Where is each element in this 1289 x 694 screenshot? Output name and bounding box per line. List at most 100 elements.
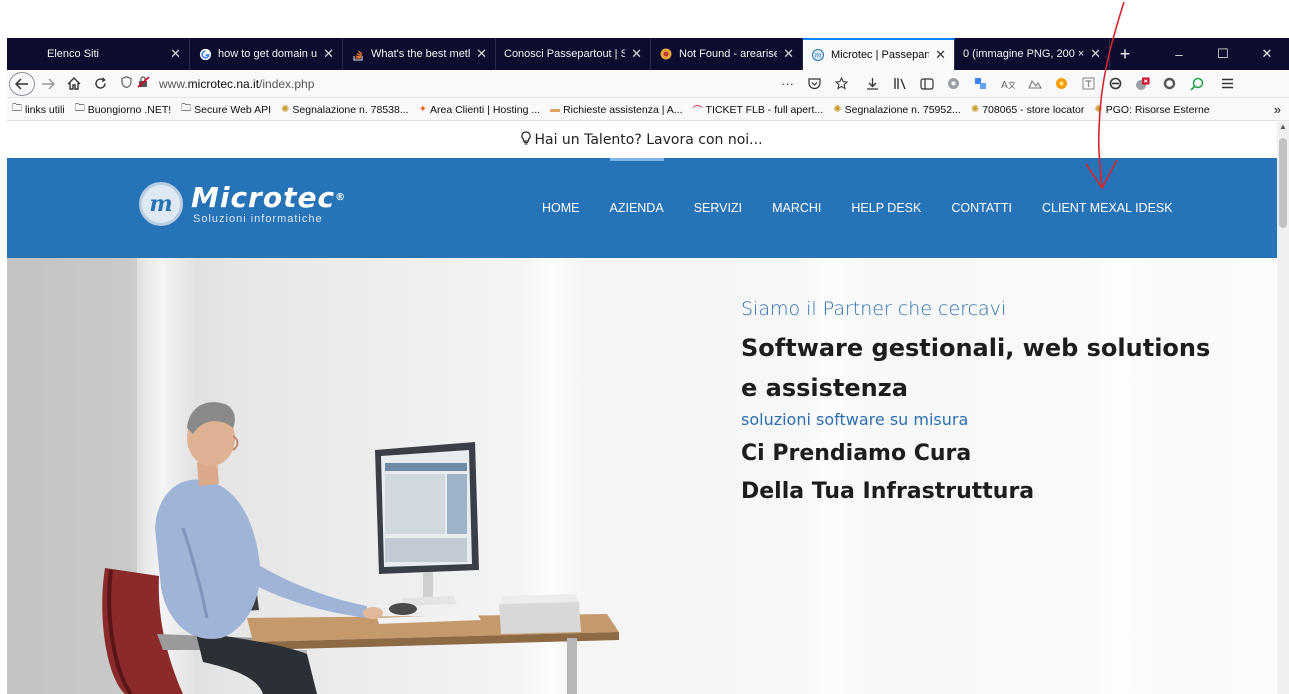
page-scrollbar[interactable]: ▲ — [1277, 122, 1289, 694]
tab-immagine-png[interactable]: 0 (immagine PNG, 200 × ✕ — [955, 38, 1110, 70]
bookmark-label: PGO: Risorse Esterne — [1105, 103, 1210, 116]
tab-label: 0 (immagine PNG, 200 × — [963, 48, 1085, 60]
nav-azienda[interactable]: AZIENDA — [595, 158, 679, 258]
nav-contatti[interactable]: CONTATTI — [936, 158, 1027, 258]
extension-screenshot-icon[interactable] — [1021, 72, 1048, 96]
extension-ring-icon[interactable] — [1156, 72, 1183, 96]
browser-window: Elenco Siti ✕ how to get domain ul ✕ Wha… — [7, 38, 1289, 694]
url-prefix: www. — [159, 76, 188, 91]
scrollbar-thumb[interactable] — [1279, 138, 1287, 228]
extension-text-icon[interactable] — [1075, 72, 1102, 96]
tab-label: Not Found - areariser — [679, 48, 778, 60]
close-icon[interactable]: ✕ — [935, 47, 946, 63]
bookmark-pgo-risorse[interactable]: ✺ PGO: Risorse Esterne — [1089, 104, 1214, 116]
page-actions-button[interactable]: ··· — [774, 72, 801, 96]
navigation-toolbar: www. microtec.na.it/index.php ··· A 文 — [7, 70, 1289, 98]
extension-orange-icon[interactable] — [1048, 72, 1075, 96]
close-icon[interactable]: ✕ — [631, 46, 642, 62]
career-banner-text: Hai un Talento? Lavora con noi... — [534, 132, 763, 148]
sidebar-icon[interactable] — [913, 72, 940, 96]
svg-text:文: 文 — [1008, 80, 1015, 90]
extension-gear-icon[interactable] — [940, 72, 967, 96]
maximize-button[interactable]: ☐ — [1201, 38, 1245, 70]
scroll-up-arrow-icon[interactable]: ▲ — [1277, 122, 1289, 134]
library-icon[interactable] — [886, 72, 913, 96]
tab-whats-the-best[interactable]: What's the best meth ✕ — [343, 38, 496, 70]
badge-icon: ✺ — [1094, 104, 1103, 115]
main-navigation: HOME AZIENDA SERVIZI MARCHI HELP DESK CO… — [527, 158, 1188, 258]
url-bar[interactable]: www. microtec.na.it/index.php ··· — [117, 73, 855, 95]
insecure-lock-icon[interactable] — [135, 76, 153, 91]
shield-icon[interactable] — [117, 76, 135, 91]
folder-icon: 🗀 — [181, 103, 192, 114]
hero-claim-line: Della Tua Infrastruttura — [741, 479, 1035, 504]
site-icon — [659, 47, 673, 61]
close-icon[interactable]: ✕ — [476, 46, 487, 62]
tab-strip: Elenco Siti ✕ how to get domain ul ✕ Wha… — [7, 38, 1289, 70]
hero-claim: Ci Prendiamo Cura Della Tua Infrastruttu… — [741, 435, 1261, 511]
tab-conosci-passepartout[interactable]: Conosci Passepartout | So ✕ — [496, 38, 651, 70]
new-tab-button[interactable]: + — [1110, 38, 1140, 70]
screenshot-root: Elenco Siti ✕ how to get domain ul ✕ Wha… — [0, 0, 1289, 694]
download-icon[interactable] — [859, 72, 886, 96]
close-icon[interactable]: ✕ — [1090, 46, 1101, 62]
bookmark-segnalazione-75952[interactable]: ✺ Segnalazione n. 75952... — [828, 104, 966, 116]
logo-mark-icon: m — [139, 182, 183, 226]
hero-kicker: Siamo il Partner che cercavi — [741, 298, 1007, 320]
bookmark-star-icon[interactable] — [828, 72, 855, 96]
bookmark-store-locator[interactable]: ✺ 708065 - store locator — [966, 104, 1090, 116]
bookmark-segnalazione-78538[interactable]: ✺ Segnalazione n. 78538... — [276, 104, 414, 116]
close-window-button[interactable]: ✕ — [1245, 38, 1289, 70]
nav-marchi[interactable]: MARCHI — [757, 158, 836, 258]
nav-client-mexal-idesk[interactable]: CLIENT MEXAL IDESK — [1027, 158, 1188, 258]
nav-help-desk[interactable]: HELP DESK — [836, 158, 936, 258]
extension-badge-icon[interactable] — [1129, 72, 1156, 96]
bookmarks-overflow-button[interactable]: » — [1274, 102, 1289, 117]
menu-hamburger-icon[interactable] — [1214, 72, 1241, 96]
bookmark-label: links utili — [25, 103, 65, 116]
bookmark-secure-web-api[interactable]: 🗀 Secure Web API — [176, 101, 276, 118]
tab-elenco-siti[interactable]: Elenco Siti ✕ — [7, 38, 190, 70]
reload-button[interactable] — [87, 72, 113, 96]
stackoverflow-icon — [351, 47, 365, 61]
bookmark-buongiorno-net[interactable]: 🗀 Buongiorno .NET! — [70, 101, 176, 118]
pocket-icon[interactable] — [801, 72, 828, 96]
tab-microtec[interactable]: m Microtec | Passeparto ✕ — [803, 38, 955, 70]
bookmark-label: Secure Web API — [194, 103, 272, 116]
folder-icon: 🗀 — [74, 103, 85, 114]
home-button[interactable] — [61, 72, 87, 96]
site-logo[interactable]: m Microtec® Soluzioni informatiche — [139, 182, 346, 226]
career-banner[interactable]: Hai un Talento? Lavora con noi... — [7, 122, 1277, 158]
bookmark-label: Segnalazione n. 75952... — [844, 103, 961, 116]
logo-name: Microtec® — [191, 181, 347, 214]
svg-text:m: m — [815, 52, 822, 60]
url-host: microtec.na.it — [187, 76, 260, 91]
extension-translate-icon[interactable]: A文 — [994, 72, 1021, 96]
back-button[interactable] — [9, 71, 35, 96]
bookmark-links-utili[interactable]: 🗀 links utili — [7, 101, 70, 118]
tab-not-found[interactable]: Not Found - areariser ✕ — [651, 38, 803, 70]
folder-icon: 🗀 — [12, 103, 22, 114]
nav-servizi[interactable]: SERVIZI — [679, 158, 757, 258]
bookmark-richieste-assistenza[interactable]: ▬ Richieste assistenza | A... — [545, 104, 687, 116]
bookmark-area-clienti[interactable]: ✦ Area Clienti | Hosting ... — [414, 104, 546, 116]
hero-title-line: e assistenza — [741, 374, 908, 402]
close-icon[interactable]: ✕ — [170, 46, 181, 62]
bookmark-label: Area Clienti | Hosting ... — [429, 103, 541, 116]
extension-puzzle-icon[interactable] — [967, 72, 994, 96]
extension-circle-icon[interactable] — [1102, 72, 1129, 96]
close-icon[interactable]: ✕ — [323, 46, 334, 62]
hero-copy: Siamo il Partner che cercavi Software ge… — [741, 298, 1261, 511]
bookmarks-toolbar: 🗀 links utili 🗀 Buongiorno .NET! 🗀 Secur… — [7, 99, 1289, 121]
bookmark-ticket-flb[interactable]: ⌒ TICKET FLB - full apert... — [688, 102, 829, 118]
hero-title-line: Software gestionali, web solutions — [741, 334, 1211, 362]
tab-how-to-get-domain[interactable]: how to get domain ul ✕ — [190, 38, 343, 70]
lightbulb-icon — [521, 131, 532, 149]
forward-button[interactable] — [35, 72, 61, 96]
nav-home[interactable]: HOME — [527, 158, 595, 258]
close-icon[interactable]: ✕ — [783, 46, 794, 62]
extension-search-icon[interactable] — [1183, 72, 1210, 96]
bookmark-label: Segnalazione n. 78538... — [292, 103, 409, 116]
badge-icon: ✺ — [833, 104, 842, 115]
minimize-button[interactable]: – — [1157, 38, 1201, 70]
